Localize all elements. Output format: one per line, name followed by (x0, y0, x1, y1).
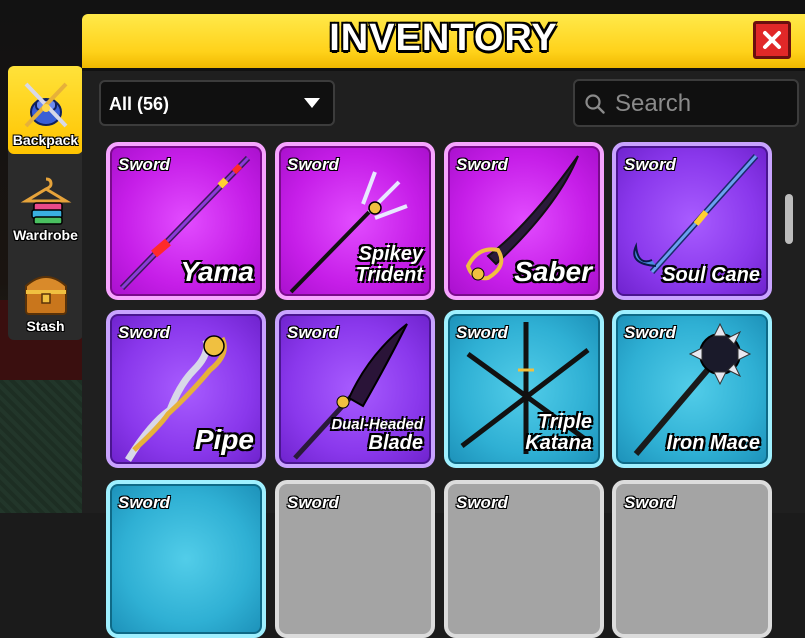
item-card[interactable]: Sword (275, 480, 435, 638)
item-name-line-2: Katana (525, 432, 592, 454)
tab-wardrobe-label: Wardrobe (13, 227, 78, 243)
item-name-line-2: Trident (355, 264, 423, 286)
item-name-line-1: Triple (537, 411, 592, 433)
backpack-icon (24, 82, 67, 128)
item-card-spikey-trident[interactable]: Sword Spikey Trident (275, 142, 435, 300)
item-name: Yama (180, 255, 254, 287)
item-card[interactable]: Sword (444, 480, 604, 638)
item-category: Sword (287, 493, 339, 512)
panel-title: INVENTORY (329, 17, 558, 59)
item-name: Dual-Headed Blade (331, 417, 423, 454)
tab-backpack-label: Backpack (12, 132, 79, 148)
search-box (573, 79, 799, 127)
item-category: Sword (287, 323, 339, 342)
item-name: Soul Cane (662, 264, 760, 286)
item-category: Sword (118, 493, 170, 512)
item-name: Saber (514, 255, 592, 287)
item-name-line-1: Spikey (358, 243, 423, 265)
item-card-dual-headed-blade[interactable]: Sword Dual-Headed Blade (275, 310, 435, 468)
item-card-saber[interactable]: Sword Saber (444, 142, 604, 300)
inventory-sidebar: Backpack Wardrobe Stash (8, 66, 83, 340)
item-card-pipe[interactable]: Sword Pipe (106, 310, 266, 468)
item-name: Triple Katana (525, 412, 592, 454)
item-card[interactable]: Sword (106, 480, 266, 638)
background-grass (0, 380, 85, 513)
item-name: Pipe (194, 423, 254, 455)
item-name-line-2: Blade (368, 432, 423, 454)
search-input[interactable] (613, 89, 797, 119)
filter-selected-value: All (56) (109, 94, 170, 114)
inventory-panel: INVENTORY All (56) Sword Ya (82, 14, 805, 638)
item-card-soul-cane[interactable]: Sword Soul Cane (612, 142, 772, 300)
item-card-iron-mace[interactable]: Sword Iron Mace (612, 310, 772, 468)
tab-stash[interactable]: Stash (8, 252, 83, 340)
tab-wardrobe[interactable]: Wardrobe (8, 161, 83, 249)
item-category: Sword (456, 323, 508, 342)
inventory-header: INVENTORY (82, 14, 805, 71)
item-category: Sword (624, 323, 676, 342)
chevron-down-icon (304, 98, 320, 108)
search-icon (585, 94, 605, 114)
item-name: Iron Mace (666, 432, 760, 454)
item-category: Sword (118, 155, 170, 174)
close-icon (763, 31, 781, 49)
close-button[interactable] (753, 21, 791, 59)
item-card-triple-katana[interactable]: Sword Triple Katana (444, 310, 604, 468)
item-category: Sword (624, 155, 676, 174)
tab-stash-label: Stash (26, 318, 65, 334)
item-name-line-1: Dual-Headed (331, 416, 423, 434)
item-category: Sword (456, 155, 508, 174)
treasure-chest-icon (24, 276, 67, 315)
item-card-yama[interactable]: Sword Yama (106, 142, 266, 300)
item-card[interactable]: Sword (612, 480, 772, 638)
item-name: Spikey Trident (356, 244, 423, 286)
item-category: Sword (456, 493, 508, 512)
item-category: Sword (118, 323, 170, 342)
tab-backpack[interactable]: Backpack (8, 66, 83, 154)
category-filter-dropdown[interactable]: All (56) (99, 80, 335, 126)
wardrobe-icon (20, 177, 71, 225)
scrollbar-thumb[interactable] (785, 194, 793, 244)
item-category: Sword (287, 155, 339, 174)
item-category: Sword (624, 493, 676, 512)
